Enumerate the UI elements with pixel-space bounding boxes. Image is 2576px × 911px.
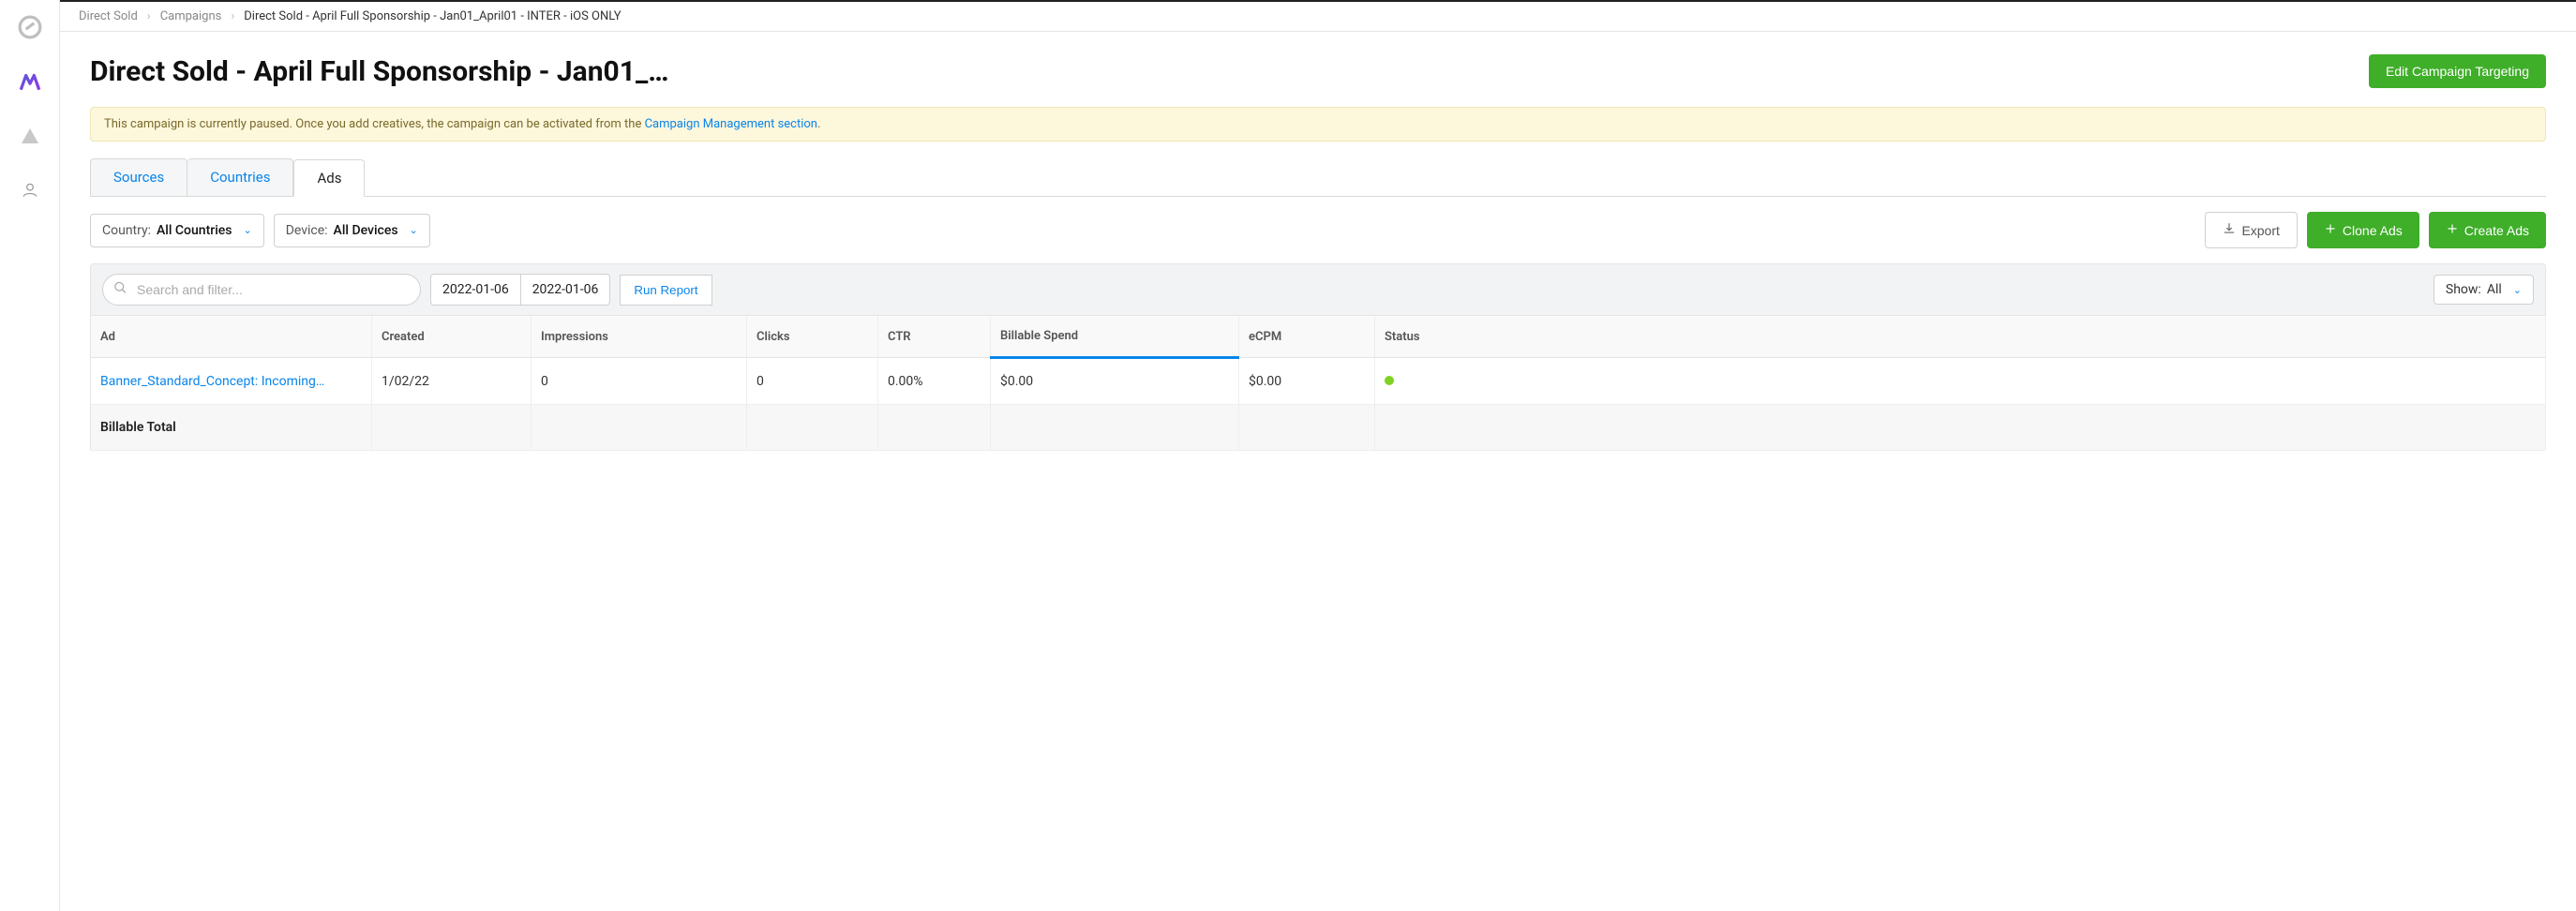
- col-header-impressions[interactable]: Impressions: [532, 316, 747, 358]
- cell-ecpm: $0.00: [1239, 358, 1375, 405]
- logo-icon[interactable]: [14, 11, 46, 43]
- plus-icon: [2324, 222, 2337, 238]
- device-value: All Devices: [334, 223, 398, 238]
- show-value: All: [2487, 282, 2502, 297]
- device-select[interactable]: Device: All Devices ⌄: [274, 214, 430, 247]
- cell-impressions: 0: [532, 358, 747, 405]
- device-label: Device:: [286, 223, 328, 238]
- col-header-created[interactable]: Created: [372, 316, 532, 358]
- tab-ads[interactable]: Ads: [293, 159, 365, 197]
- date-to[interactable]: 2022-01-06: [520, 274, 611, 306]
- topbar: Direct Sold › Campaigns › Direct Sold - …: [60, 0, 2576, 32]
- col-header-status[interactable]: Status: [1375, 316, 2546, 358]
- status-dot-icon: [1385, 376, 1394, 385]
- col-header-ctr[interactable]: CTR: [878, 316, 991, 358]
- table-row: Banner_Standard_Concept: Incoming C 1/02…: [91, 358, 2546, 405]
- chevron-down-icon: ⌄: [243, 224, 251, 236]
- breadcrumb-item[interactable]: Campaigns: [160, 9, 222, 23]
- col-header-clicks[interactable]: Clicks: [747, 316, 878, 358]
- search-input[interactable]: [102, 274, 421, 306]
- breadcrumb-current: Direct Sold - April Full Sponsorship - J…: [244, 9, 621, 23]
- nav-icon-triangle[interactable]: [14, 120, 46, 152]
- export-button[interactable]: Export: [2205, 212, 2297, 248]
- notice-banner: This campaign is currently paused. Once …: [90, 107, 2546, 142]
- col-header-spend[interactable]: Billable Spend: [991, 316, 1239, 358]
- cell-status: [1375, 358, 2546, 405]
- cell-created: 1/02/22: [372, 358, 532, 405]
- create-label: Create Ads: [2464, 223, 2529, 238]
- tab-countries[interactable]: Countries: [187, 158, 293, 196]
- nav-icon-user[interactable]: [14, 174, 46, 206]
- page-title: Direct Sold - April Full Sponsorship - J…: [90, 55, 671, 88]
- create-ads-button[interactable]: Create Ads: [2429, 212, 2546, 248]
- col-header-ecpm[interactable]: eCPM: [1239, 316, 1375, 358]
- clone-ads-button[interactable]: Clone Ads: [2307, 212, 2419, 248]
- country-value: All Countries: [157, 223, 232, 238]
- notice-text: This campaign is currently paused. Once …: [104, 117, 645, 131]
- cell-clicks: 0: [747, 358, 878, 405]
- chevron-down-icon: ⌄: [410, 224, 418, 236]
- country-select[interactable]: Country: All Countries ⌄: [90, 214, 264, 247]
- edit-targeting-button[interactable]: Edit Campaign Targeting: [2369, 54, 2546, 88]
- left-sidebar: [0, 0, 60, 911]
- report-bar: 2022-01-06 2022-01-06 Run Report Show: A…: [90, 263, 2546, 316]
- export-label: Export: [2241, 223, 2279, 238]
- show-label: Show:: [2446, 282, 2481, 297]
- chevron-right-icon: ›: [231, 9, 234, 23]
- nav-icon-m[interactable]: [14, 66, 46, 97]
- tabs: Sources Countries Ads: [90, 158, 2546, 197]
- ad-link[interactable]: Banner_Standard_Concept: Incoming C: [100, 374, 325, 389]
- col-header-ad[interactable]: Ad: [91, 316, 372, 358]
- cell-ctr: 0.00%: [878, 358, 991, 405]
- total-row: Billable Total: [91, 405, 2546, 451]
- ads-table: Ad Created Impressions Clicks CTR Billab…: [90, 316, 2546, 451]
- breadcrumb: Direct Sold › Campaigns › Direct Sold - …: [79, 9, 2557, 23]
- total-label: Billable Total: [91, 405, 372, 451]
- cell-spend: $0.00: [991, 358, 1239, 405]
- breadcrumb-item[interactable]: Direct Sold: [79, 9, 138, 23]
- chevron-right-icon: ›: [147, 9, 151, 23]
- run-report-button[interactable]: Run Report: [620, 275, 711, 306]
- clone-label: Clone Ads: [2343, 223, 2403, 238]
- plus-icon: [2446, 222, 2459, 238]
- show-select[interactable]: Show: All ⌄: [2434, 275, 2534, 305]
- notice-suffix: .: [817, 117, 820, 131]
- date-from[interactable]: 2022-01-06: [430, 274, 520, 306]
- notice-link[interactable]: Campaign Management section: [645, 117, 817, 131]
- download-icon: [2223, 222, 2236, 238]
- tab-sources[interactable]: Sources: [90, 158, 187, 196]
- country-label: Country:: [102, 223, 151, 238]
- chevron-down-icon: ⌄: [2513, 284, 2522, 296]
- search-icon: [113, 281, 127, 299]
